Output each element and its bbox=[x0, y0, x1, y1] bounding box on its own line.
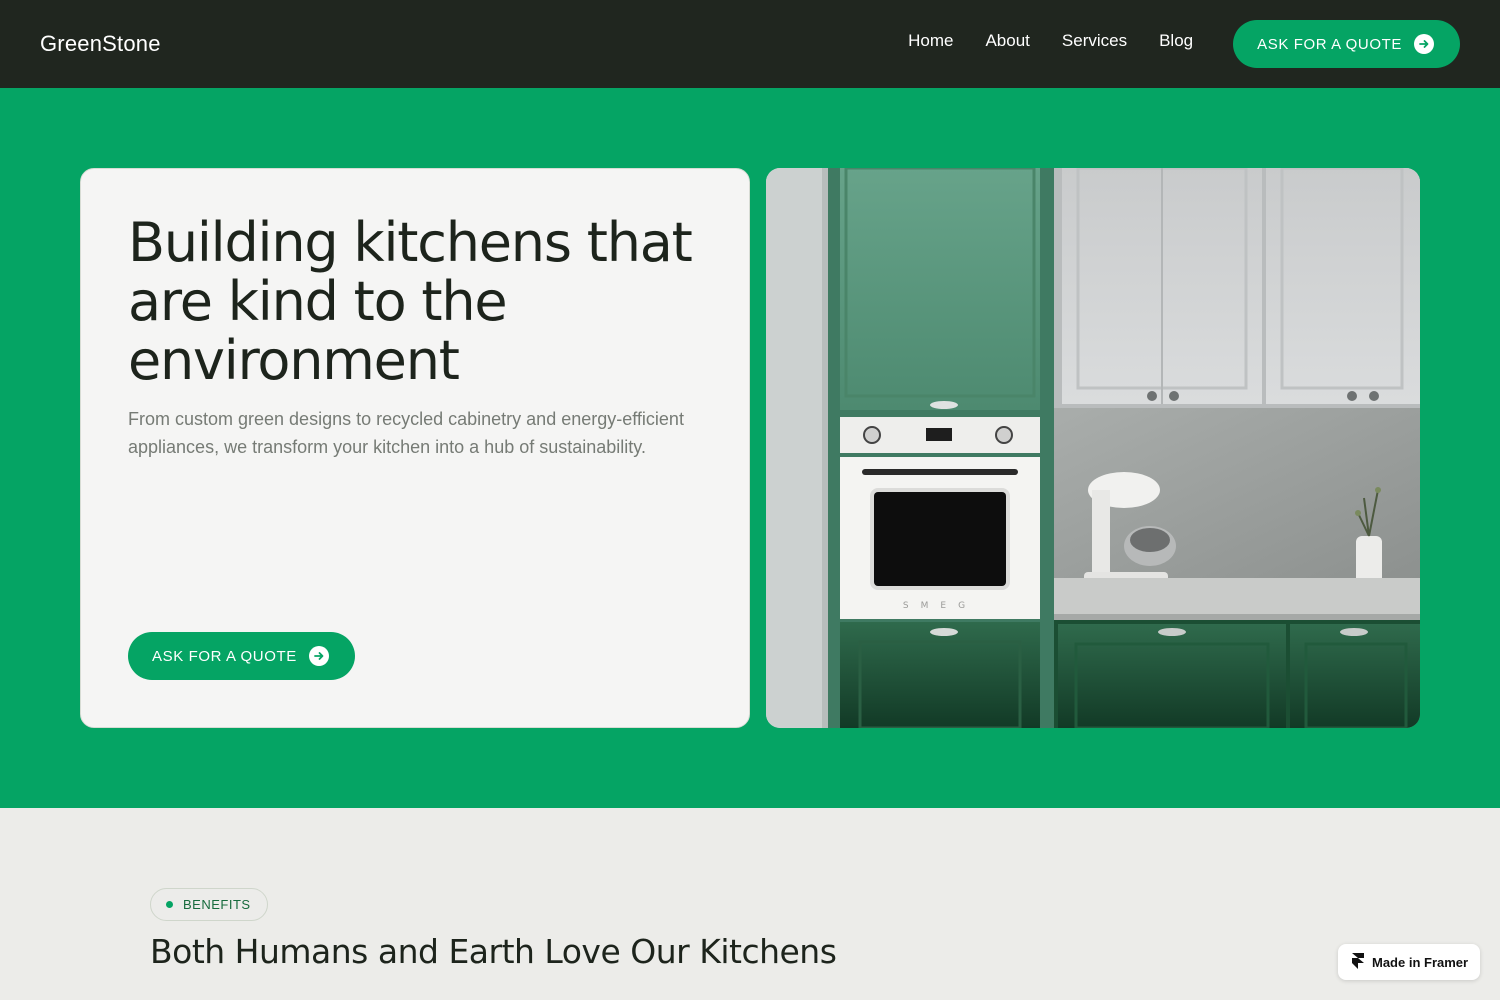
nav-link-blog[interactable]: Blog bbox=[1159, 31, 1193, 51]
nav-link-about[interactable]: About bbox=[985, 31, 1029, 51]
arrow-right-circle-icon bbox=[308, 646, 329, 666]
dot-icon bbox=[166, 901, 173, 908]
made-in-framer-badge[interactable]: Made in Framer bbox=[1338, 944, 1480, 980]
hero-section: Building kitchens that are kind to the e… bbox=[0, 88, 1500, 808]
hero-quote-button[interactable]: ASK FOR A QUOTE bbox=[128, 632, 355, 680]
navbar: GreenStone Home About Services Blog ASK … bbox=[0, 0, 1500, 88]
arrow-right-circle-icon bbox=[1414, 34, 1434, 54]
benefits-pill: BENEFITS bbox=[150, 888, 268, 921]
nav-quote-button[interactable]: ASK FOR A QUOTE bbox=[1233, 20, 1460, 68]
benefits-pill-label: BENEFITS bbox=[183, 897, 251, 912]
nav-link-home[interactable]: Home bbox=[908, 31, 953, 51]
hero-kitchen-image: SMEG bbox=[766, 168, 1420, 728]
nav-right: Home About Services Blog ASK FOR A QUOTE bbox=[908, 20, 1460, 68]
kitchen-illustration: SMEG bbox=[766, 168, 1420, 728]
brand-logo[interactable]: GreenStone bbox=[40, 31, 161, 57]
oven-brand-text: SMEG bbox=[903, 601, 977, 611]
benefits-title: Both Humans and Earth Love Our Kitchens bbox=[150, 932, 837, 971]
made-in-framer-label: Made in Framer bbox=[1372, 954, 1469, 970]
framer-logo-icon bbox=[1352, 952, 1364, 972]
hero-card: Building kitchens that are kind to the e… bbox=[80, 168, 750, 728]
hero-quote-label: ASK FOR A QUOTE bbox=[152, 647, 297, 665]
nav-links: Home About Services Blog bbox=[908, 31, 1193, 51]
nav-quote-label: ASK FOR A QUOTE bbox=[1257, 35, 1402, 53]
nav-link-services[interactable]: Services bbox=[1062, 31, 1127, 51]
hero-title: Building kitchens that are kind to the e… bbox=[128, 211, 693, 392]
hero-subtitle: From custom green designs to recycled ca… bbox=[128, 409, 684, 457]
